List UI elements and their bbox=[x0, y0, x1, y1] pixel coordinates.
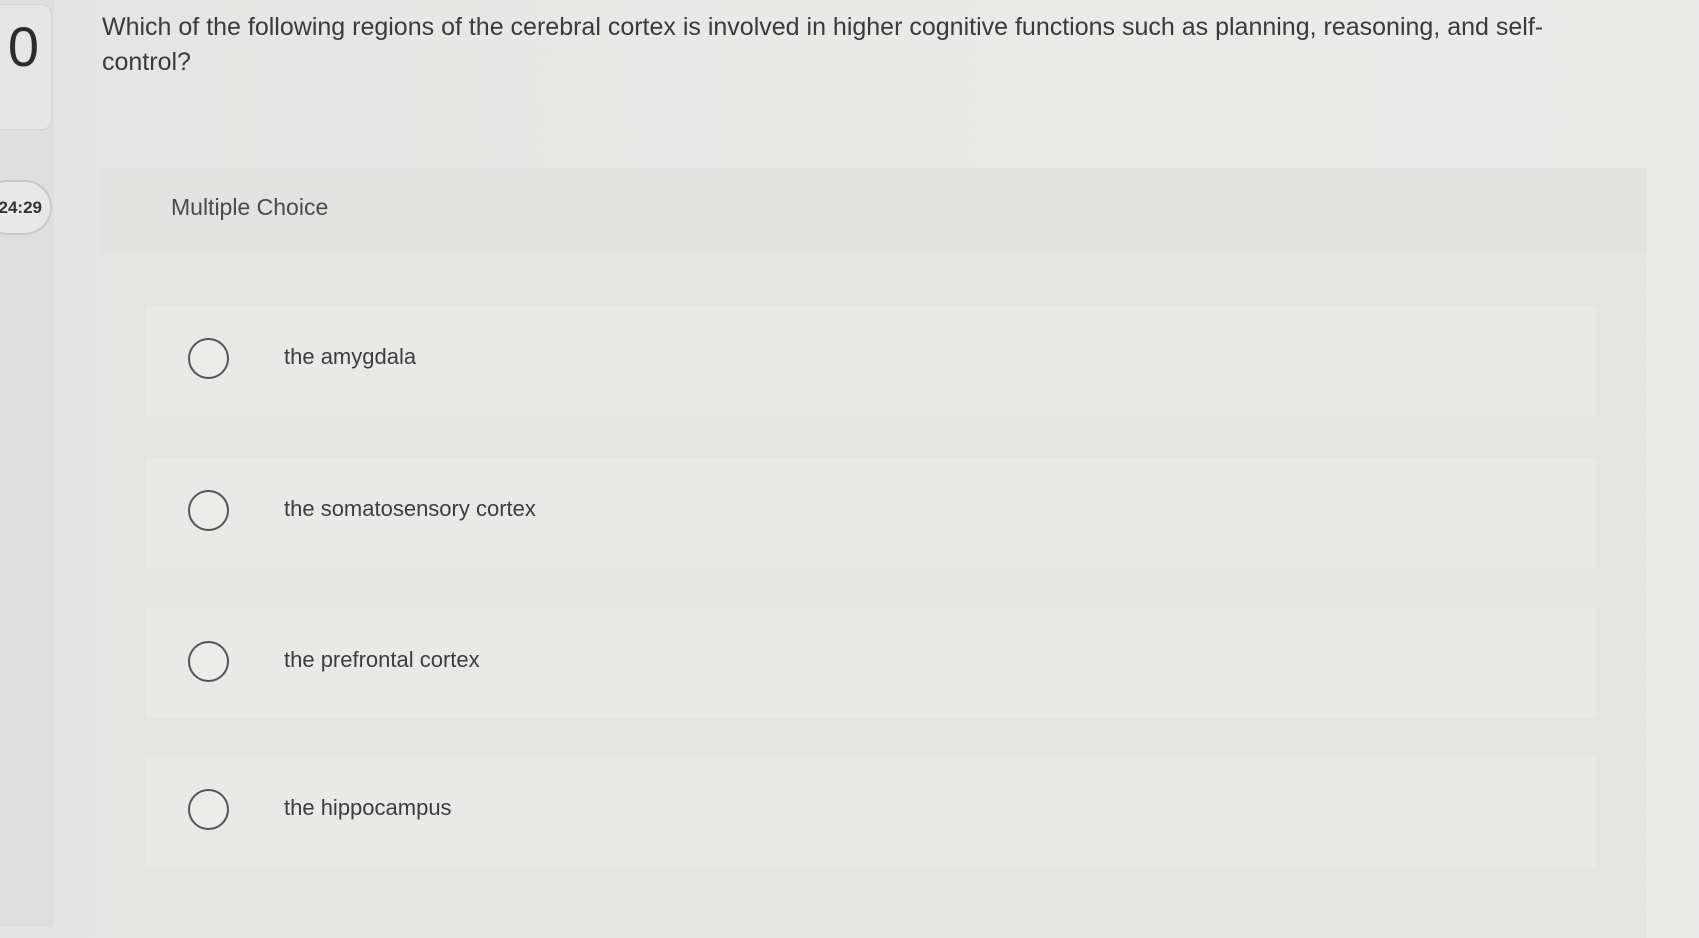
timer-badge: 24:29 bbox=[0, 180, 52, 235]
radio-button[interactable] bbox=[188, 338, 229, 379]
question-number-badge: 0 bbox=[0, 4, 52, 130]
answer-option-label: the somatosensory cortex bbox=[284, 496, 536, 521]
left-rail: 0 24:29 bbox=[0, 0, 54, 927]
radio-button[interactable] bbox=[188, 490, 229, 531]
answer-option-3[interactable]: the prefrontal cortex bbox=[146, 608, 1596, 718]
answer-option-label: the hippocampus bbox=[284, 795, 452, 820]
radio-button[interactable] bbox=[188, 789, 229, 830]
radio-button[interactable] bbox=[188, 641, 229, 682]
answer-option-2[interactable]: the somatosensory cortex bbox=[146, 458, 1596, 568]
answer-option-label: the amygdala bbox=[284, 344, 417, 369]
timer-text: 24:29 bbox=[0, 198, 42, 217]
answer-card-header: Multiple Choice bbox=[101, 168, 1647, 254]
question-number: 0 bbox=[7, 19, 39, 75]
answer-option-1[interactable]: the amygdala bbox=[146, 306, 1596, 416]
question-prompt: Which of the following regions of the ce… bbox=[102, 13, 1544, 76]
answer-card: Multiple Choice the amygdala the somatos… bbox=[101, 168, 1647, 938]
question-type-label: Multiple Choice bbox=[171, 194, 329, 220]
answer-option-label: the prefrontal cortex bbox=[284, 647, 480, 672]
answer-option-4[interactable]: the hippocampus bbox=[146, 757, 1596, 867]
